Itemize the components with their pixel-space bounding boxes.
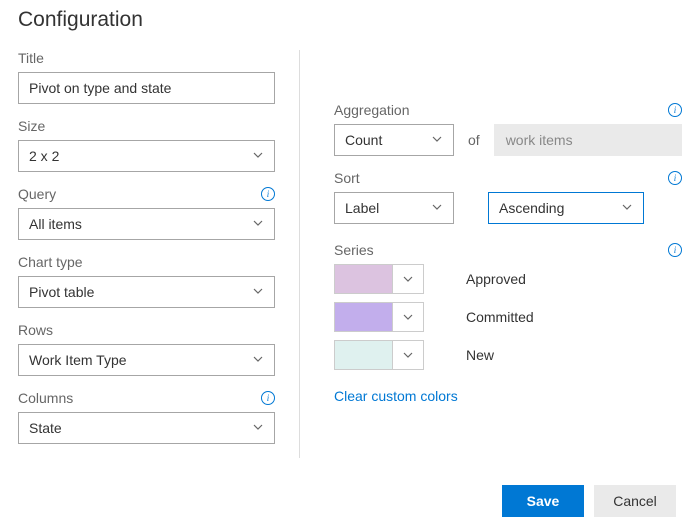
series-item: Approved	[334, 264, 682, 294]
right-panel: Aggregation i Count of work items Sort i	[300, 50, 682, 458]
series-item: New	[334, 340, 682, 370]
color-swatch	[334, 264, 392, 294]
of-text: of	[464, 132, 484, 148]
chevron-down-icon	[431, 132, 443, 148]
info-icon[interactable]: i	[668, 171, 682, 185]
chevron-down-icon	[431, 200, 443, 216]
chart-type-select[interactable]: Pivot table	[18, 276, 275, 308]
aggregation-value: Count	[345, 132, 382, 148]
size-select[interactable]: 2 x 2	[18, 140, 275, 172]
save-button[interactable]: Save	[502, 485, 584, 517]
columns-select[interactable]: State	[18, 412, 275, 444]
size-label: Size	[18, 118, 45, 134]
button-row: Save Cancel	[502, 485, 676, 517]
chevron-down-icon	[252, 216, 264, 232]
aggregation-label: Aggregation	[334, 102, 410, 118]
cancel-button[interactable]: Cancel	[594, 485, 676, 517]
chevron-down-icon	[621, 200, 633, 216]
left-panel: Title Pivot on type and state Size 2 x 2…	[18, 50, 300, 458]
chevron-down-icon	[252, 148, 264, 164]
color-swatch	[334, 340, 392, 370]
page-title: Configuration	[18, 8, 682, 32]
info-icon[interactable]: i	[261, 391, 275, 405]
rows-select[interactable]: Work Item Type	[18, 344, 275, 376]
query-value: All items	[29, 216, 82, 232]
columns-label: Columns	[18, 390, 73, 406]
chart-type-value: Pivot table	[29, 284, 94, 300]
sort-label: Sort	[334, 170, 360, 186]
series-item-label: Approved	[466, 271, 526, 287]
aggregation-unit-value: work items	[506, 132, 573, 148]
query-label: Query	[18, 186, 56, 202]
title-value: Pivot on type and state	[29, 80, 171, 96]
color-picker-button[interactable]	[392, 340, 424, 370]
clear-colors-link[interactable]: Clear custom colors	[334, 388, 458, 404]
aggregation-select[interactable]: Count	[334, 124, 454, 156]
sort-field-select[interactable]: Label	[334, 192, 454, 224]
rows-value: Work Item Type	[29, 352, 127, 368]
aggregation-unit: work items	[494, 124, 682, 156]
series-item-label: Committed	[466, 309, 534, 325]
chart-type-label: Chart type	[18, 254, 83, 270]
sort-direction-select[interactable]: Ascending	[488, 192, 644, 224]
rows-label: Rows	[18, 322, 53, 338]
chevron-down-icon	[252, 420, 264, 436]
sort-direction-value: Ascending	[499, 200, 564, 216]
series-label: Series	[334, 242, 374, 258]
chevron-down-icon	[252, 284, 264, 300]
color-swatch	[334, 302, 392, 332]
series-item: Committed	[334, 302, 682, 332]
info-icon[interactable]: i	[668, 103, 682, 117]
sort-field-value: Label	[345, 200, 379, 216]
chevron-down-icon	[252, 352, 264, 368]
series-item-label: New	[466, 347, 494, 363]
size-value: 2 x 2	[29, 148, 59, 164]
title-input[interactable]: Pivot on type and state	[18, 72, 275, 104]
color-picker-button[interactable]	[392, 302, 424, 332]
color-picker-button[interactable]	[392, 264, 424, 294]
info-icon[interactable]: i	[668, 243, 682, 257]
info-icon[interactable]: i	[261, 187, 275, 201]
query-select[interactable]: All items	[18, 208, 275, 240]
title-label: Title	[18, 50, 44, 66]
columns-value: State	[29, 420, 62, 436]
